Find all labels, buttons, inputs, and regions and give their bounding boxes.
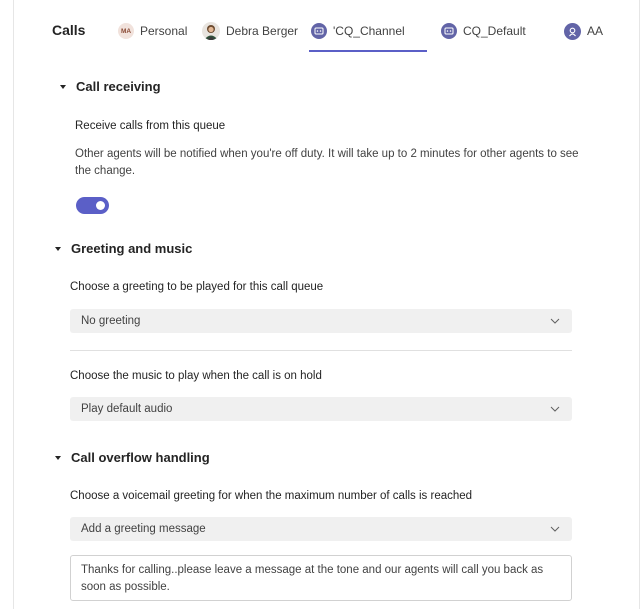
hold-music-dropdown[interactable]: Play default audio [70,397,572,421]
tab-cq-default-label: CQ_Default [463,24,526,38]
caret-down-icon [60,84,66,89]
tab-personal[interactable]: MA Personal [118,22,187,40]
greeting-dropdown-value: No greeting [81,315,141,327]
section-greeting-music-header[interactable]: Greeting and music [55,241,192,256]
tab-cq-channel[interactable]: 'CQ_Channel [311,22,405,40]
section-call-overflow-title: Call overflow handling [71,450,210,465]
section-call-overflow-header[interactable]: Call overflow handling [55,450,210,465]
divider [70,350,572,351]
tab-aa-label: AA [587,24,604,38]
settings-panel: Calls MA Personal Debra Berger 'CQ_Chann… [13,0,640,609]
tab-debra-berger-label: Debra Berger [226,24,299,38]
call-queue-icon [311,23,327,39]
receive-calls-toggle[interactable] [76,197,109,214]
chevron-down-icon [550,318,560,324]
caret-down-icon [55,455,61,460]
tab-personal-label: Personal [140,24,188,38]
page-title: Calls [52,22,86,38]
hold-music-dropdown-value: Play default audio [81,403,173,415]
greeting-message-textarea[interactable]: Thanks for calling..please leave a messa… [70,555,572,601]
avatar: MA [118,23,134,39]
chevron-down-icon [550,406,560,412]
avatar-photo [202,22,220,40]
section-greeting-music-title: Greeting and music [71,241,193,256]
receive-calls-label: Receive calls from this queue [75,120,226,132]
calls-title: Calls [52,21,85,39]
hold-music-label: Choose the music to play when the call i… [70,370,322,382]
chevron-down-icon [550,526,560,532]
tab-cq-default[interactable]: CQ_Default [441,22,526,40]
caret-down-icon [55,246,61,251]
tab-cq-channel-label: 'CQ_Channel [333,24,405,38]
active-tab-indicator [309,50,427,52]
call-queue-icon [441,23,457,39]
tab-aa[interactable]: AA [564,22,603,40]
voicemail-greeting-dropdown[interactable]: Add a greeting message [70,517,572,541]
section-call-receiving-title: Call receiving [76,79,161,94]
voicemail-greeting-label: Choose a voicemail greeting for when the… [70,490,473,502]
toggle-knob [96,201,105,210]
greeting-label: Choose a greeting to be played for this … [70,281,324,293]
auto-attendant-icon [564,22,581,40]
section-call-receiving-header[interactable]: Call receiving [60,79,161,94]
receive-calls-description: Other agents will be notified when you'r… [75,148,579,177]
calls-tab-bar: Calls MA Personal Debra Berger 'CQ_Chann… [14,0,639,58]
voicemail-greeting-dropdown-value: Add a greeting message [81,523,206,535]
greeting-dropdown[interactable]: No greeting [70,309,572,333]
tab-debra-berger[interactable]: Debra Berger [202,22,298,40]
